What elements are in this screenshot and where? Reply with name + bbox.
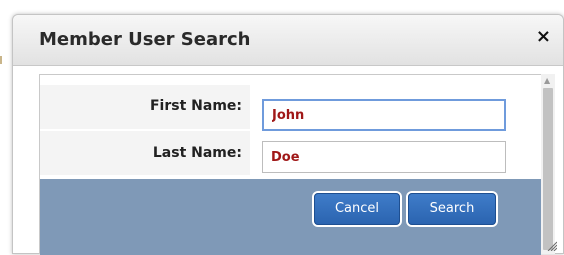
vertical-scrollbar[interactable]: ▲: [541, 74, 555, 254]
scroll-up-arrow-icon[interactable]: ▲: [544, 76, 550, 86]
first-name-row: First Name:: [40, 85, 541, 131]
dialog-titlebar[interactable]: Member User Search ×: [13, 15, 563, 66]
last-name-row: Last Name:: [40, 131, 541, 175]
close-icon[interactable]: ×: [536, 27, 551, 47]
dialog-button-bar: Cancel Search: [40, 179, 541, 255]
first-name-label: First Name:: [149, 98, 242, 114]
first-name-input[interactable]: [262, 99, 506, 131]
last-name-label: Last Name:: [152, 145, 242, 161]
cancel-button[interactable]: Cancel: [314, 193, 400, 225]
search-button[interactable]: Search: [408, 193, 496, 225]
first-name-label-cell: First Name:: [40, 85, 250, 129]
dialog-title: Member User Search: [39, 29, 251, 50]
last-name-input[interactable]: [262, 141, 506, 173]
scrollbar-thumb[interactable]: [543, 88, 553, 250]
resize-grip-icon[interactable]: [547, 241, 557, 251]
member-user-search-dialog: Member User Search × First Name: Last Na…: [12, 14, 564, 255]
last-name-label-cell: Last Name:: [40, 131, 250, 175]
search-form: First Name: Last Name: Cancel Search: [39, 74, 542, 255]
background-edge-mark: [0, 56, 2, 64]
